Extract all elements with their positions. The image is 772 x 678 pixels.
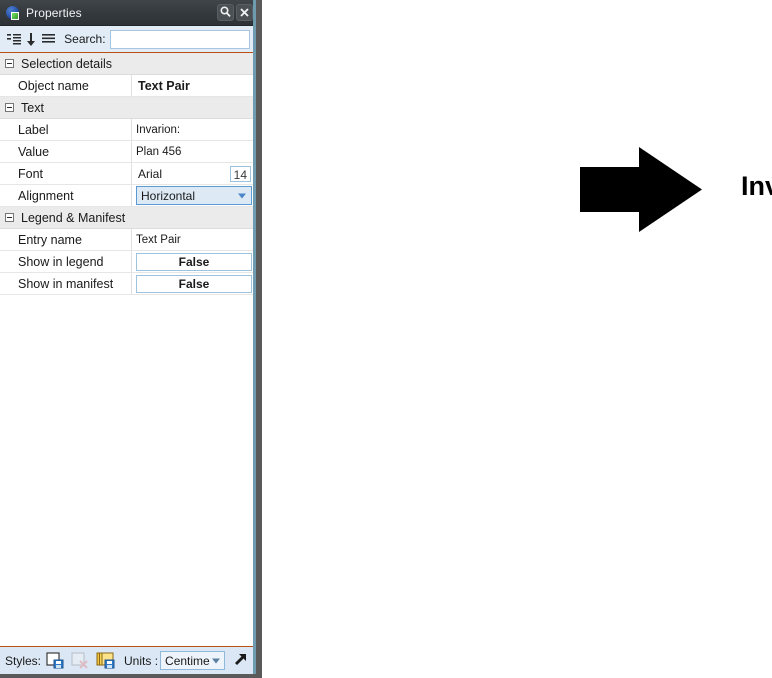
auto-hide-pin-button[interactable] [217, 4, 234, 21]
pages-save-icon [96, 652, 115, 669]
property-row-object-name: Object name Text Pair [0, 75, 256, 97]
property-row-show-in-manifest: Show in manifest False [0, 273, 256, 295]
page-delete-icon [71, 652, 88, 669]
text-pair-object[interactable]: Invarion: Plan 456 [741, 173, 772, 200]
group-header-text[interactable]: Text [0, 97, 256, 119]
collapse-expander-icon[interactable] [5, 59, 14, 68]
properties-app-icon [5, 5, 21, 21]
panel-titlebar: Properties [0, 0, 256, 26]
save-all-styles-button[interactable] [94, 651, 116, 671]
search-label: Search: [64, 32, 106, 46]
property-label: Font [0, 163, 132, 184]
property-label: Object name [0, 75, 132, 96]
property-row-entry-name: Entry name Text Pair [0, 229, 256, 251]
arrow-shape[interactable] [580, 147, 702, 232]
collapse-expander-icon[interactable] [5, 103, 14, 112]
pin-icon [220, 6, 231, 18]
property-row-show-in-legend: Show in legend False [0, 251, 256, 273]
categorized-icon [6, 34, 21, 45]
panel-title: Properties [26, 5, 82, 20]
group-title: Selection details [21, 56, 113, 71]
chevron-down-icon [238, 193, 246, 198]
expand-diagonal-icon [234, 654, 246, 665]
property-label: Entry name [0, 229, 132, 250]
close-icon [240, 8, 249, 17]
property-value-object-name[interactable]: Text Pair [132, 75, 256, 96]
units-label: Units : [124, 653, 159, 668]
delete-style-button[interactable] [69, 651, 91, 671]
group-header-selection-details[interactable]: Selection details [0, 53, 256, 75]
group-title: Text [21, 100, 44, 115]
sort-down-arrow-icon [27, 32, 36, 46]
show-in-manifest-toggle[interactable]: False [136, 274, 252, 293]
font-name-value[interactable]: Arial [136, 167, 162, 181]
property-row-font: Font Arial 14 [0, 163, 256, 185]
font-size-input[interactable]: 14 [229, 165, 251, 182]
expand-panel-button[interactable] [229, 651, 251, 671]
property-value-value[interactable]: Plan 456 [132, 141, 256, 162]
property-value-font: Arial 14 [132, 163, 256, 184]
properties-panel: Properties Search: Selection details Obj… [0, 0, 262, 678]
chevron-down-icon [212, 658, 220, 663]
property-value-show-in-legend: False [132, 251, 256, 272]
text-pair-label: Invarion: [741, 171, 772, 201]
show-in-legend-toggle[interactable]: False [136, 252, 252, 271]
close-button[interactable] [236, 4, 253, 21]
page-save-icon [46, 652, 64, 669]
group-header-legend-manifest[interactable]: Legend & Manifest [0, 207, 256, 229]
sort-alphabetical-button[interactable] [23, 30, 38, 48]
property-value-show-in-manifest: False [132, 273, 256, 294]
property-label: Alignment [0, 185, 132, 206]
property-label: Show in legend [0, 251, 132, 272]
styles-label: Styles: [5, 653, 42, 668]
list-lines-icon [41, 34, 55, 43]
save-style-button[interactable] [44, 651, 66, 671]
property-row-alignment: Alignment Horizontal [0, 185, 256, 207]
list-view-button[interactable] [41, 30, 56, 48]
property-label: Value [0, 141, 132, 162]
units-dropdown[interactable]: Centime [160, 651, 225, 670]
property-label: Show in manifest [0, 273, 132, 294]
alignment-dropdown[interactable]: Horizontal [136, 186, 252, 205]
panel-statusbar: Styles: Units: Centime [0, 646, 256, 674]
property-value-entry-name[interactable]: Text Pair [132, 229, 256, 250]
properties-toolbar: Search: [0, 26, 256, 53]
property-value-alignment: Horizontal [132, 185, 256, 206]
property-label: Label [0, 119, 132, 140]
categorized-view-button[interactable] [6, 30, 21, 48]
group-title: Legend & Manifest [21, 210, 126, 225]
alignment-dropdown-value: Horizontal [141, 188, 196, 203]
property-value-label[interactable]: Invarion: [132, 119, 256, 140]
search-input[interactable] [109, 29, 251, 49]
drawing-canvas[interactable]: Invarion: Plan 456 [268, 0, 772, 678]
property-row-value: Value Plan 456 [0, 141, 256, 163]
property-row-label: Label Invarion: [0, 119, 256, 141]
collapse-expander-icon[interactable] [5, 213, 14, 222]
property-grid: Selection details Object name Text Pair … [0, 53, 256, 646]
units-dropdown-value: Centime [165, 653, 210, 668]
